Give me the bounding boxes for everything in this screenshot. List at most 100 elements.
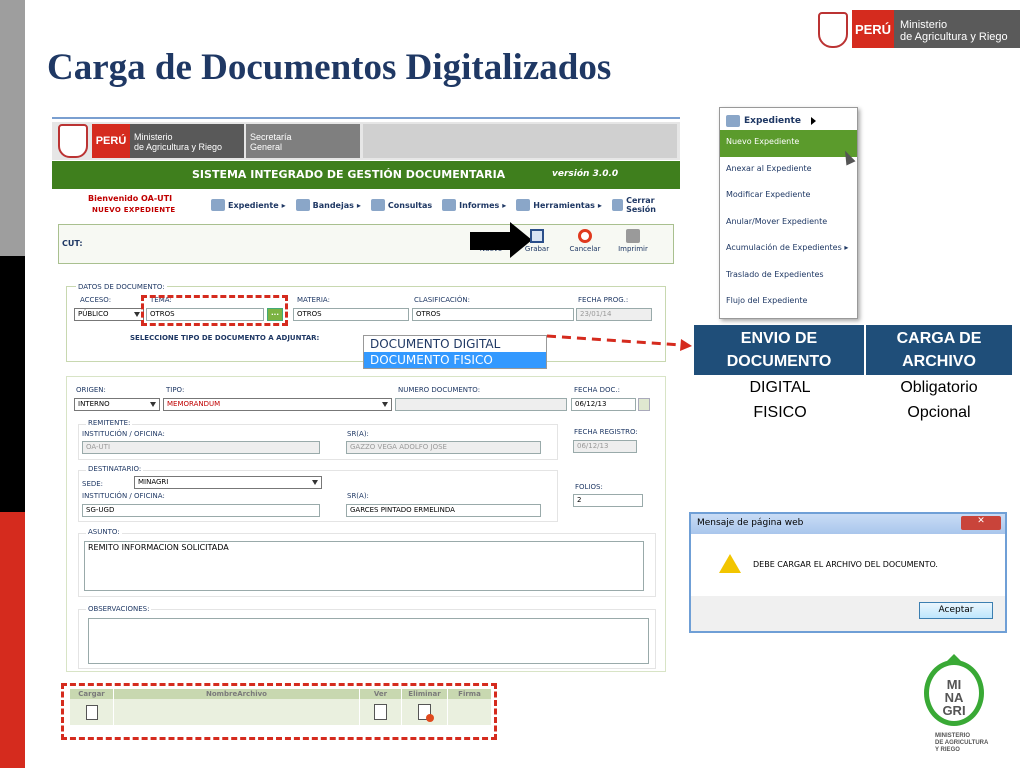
cancel-icon bbox=[578, 229, 592, 243]
welcome-text: Bienvenido OA-UTI bbox=[88, 194, 173, 203]
main-menu: Expediente ▸ Bandejas ▸ Consultas Informes… bbox=[208, 195, 678, 215]
acceso-label: ACCESO: bbox=[80, 296, 112, 304]
table-row: DIGITAL Obligatorio bbox=[694, 375, 1012, 400]
grabar-button[interactable]: Grabar bbox=[512, 229, 562, 259]
dest-sra-label: SR(A): bbox=[347, 492, 369, 500]
app-header-filler bbox=[363, 124, 677, 158]
menu-informes[interactable]: Informes ▸ bbox=[439, 199, 509, 211]
alert-dialog: Mensaje de página web ✕ DEBE CARGAR EL AR… bbox=[689, 512, 1007, 633]
fecha-registro-input: 06/12/13 bbox=[573, 440, 637, 453]
envio-carga-table: ENVIO DE DOCUMENTO CARGA DE ARCHIVO DIGI… bbox=[694, 325, 1012, 425]
cancelar-button[interactable]: Cancelar bbox=[560, 229, 610, 259]
dialog-caption: Mensaje de página web ✕ bbox=[691, 514, 1005, 534]
expediente-dropdown: Expediente Nuevo Expediente Anexar al Ex… bbox=[719, 107, 858, 319]
datos-documento-legend: DATOS DE DOCUMENTO: bbox=[76, 283, 167, 291]
rem-institucion-label: INSTITUCIÓN / OFICINA: bbox=[82, 430, 165, 438]
dialog-body: DEBE CARGAR EL ARCHIVO DEL DOCUMENTO. bbox=[691, 534, 1005, 596]
doc-type-option-digital[interactable]: DOCUMENTO DIGITAL bbox=[364, 336, 546, 352]
logout-icon bbox=[611, 199, 624, 211]
left-bar-red bbox=[0, 512, 25, 768]
aceptar-button[interactable]: Aceptar bbox=[919, 602, 993, 619]
cell-envio-digital: DIGITAL bbox=[749, 379, 811, 396]
observaciones-legend: OBSERVACIONES: bbox=[86, 605, 152, 613]
menu-cerrar-sesion[interactable]: Cerrar Sesión bbox=[609, 196, 678, 214]
materia-input[interactable]: OTROS bbox=[293, 308, 409, 321]
left-bar-black bbox=[0, 256, 25, 512]
folios-input[interactable]: 2 bbox=[573, 494, 643, 507]
calendar-icon[interactable] bbox=[638, 398, 650, 411]
seleccione-label: SELECCIONE TIPO DE DOCUMENTO A ADJUNTAR: bbox=[130, 334, 320, 342]
system-title: SISTEMA INTEGRADO DE GESTIÓN DOCUMENTARI… bbox=[192, 168, 506, 181]
header-carga: CARGA DE ARCHIVO bbox=[866, 325, 1012, 375]
origen-select[interactable]: INTERNO bbox=[74, 398, 160, 411]
app-secretaria-logo: Secretaría General bbox=[246, 124, 360, 158]
tipo-label: TIPO: bbox=[166, 386, 185, 394]
observaciones-textarea[interactable] bbox=[88, 618, 649, 664]
imprimir-button[interactable]: Imprimir bbox=[608, 229, 658, 259]
minagri-logo-subtitle: MINISTERIO DE AGRICULTURA Y RIEGO bbox=[935, 733, 989, 753]
files-highlight bbox=[61, 683, 497, 740]
asunto-legend: ASUNTO: bbox=[86, 528, 122, 536]
menu-item-traslado[interactable]: Traslado de Expedientes bbox=[720, 263, 857, 290]
doc-type-option-fisico[interactable]: DOCUMENTO FISICO bbox=[364, 352, 546, 368]
rem-sra-label: SR(A): bbox=[347, 430, 369, 438]
dropdown-header[interactable]: Expediente bbox=[720, 108, 857, 130]
dest-sra-input[interactable]: GARCES PINTADO ERMELINDA bbox=[346, 504, 541, 517]
sede-select[interactable]: MINAGRI bbox=[134, 476, 322, 489]
tema-highlight bbox=[141, 295, 288, 326]
menu-item-anular-mover[interactable]: Anular/Mover Expediente bbox=[720, 210, 857, 237]
page-subtitle: Nuevo Expediente bbox=[92, 206, 176, 214]
pointer-dashed-arrow bbox=[546, 334, 692, 351]
close-icon[interactable]: ✕ bbox=[961, 516, 1001, 530]
menu-item-anexar[interactable]: Anexar al Expediente bbox=[720, 157, 857, 184]
asunto-textarea[interactable]: REMITO INFORMACION SOLICITADA bbox=[84, 541, 644, 591]
menu-item-nuevo-expediente[interactable]: Nuevo Expediente bbox=[720, 130, 857, 157]
cut-label: CUT: bbox=[62, 239, 83, 248]
tipo-select[interactable]: MEMORANDUM bbox=[163, 398, 392, 411]
rem-institucion-input: OA-UTI bbox=[82, 441, 320, 454]
print-icon bbox=[626, 229, 640, 243]
menu-item-modificar[interactable]: Modificar Expediente bbox=[720, 183, 857, 210]
acceso-select[interactable]: PÚBLICO bbox=[74, 308, 144, 321]
remitente-legend: REMITENTE: bbox=[86, 419, 133, 427]
menu-herramientas[interactable]: Herramientas ▸ bbox=[513, 199, 605, 211]
pointer-arrow-shaft bbox=[470, 232, 512, 250]
slide-title: Carga de Documentos Digitalizados bbox=[47, 47, 612, 88]
doc-type-list[interactable]: DOCUMENTO DIGITAL DOCUMENTO FISICO bbox=[363, 335, 547, 369]
menu-consultas[interactable]: Consultas bbox=[368, 199, 435, 211]
left-bar-gray bbox=[0, 0, 25, 256]
menu-item-acumulacion[interactable]: Acumulación de Expedientes ▸ bbox=[720, 236, 857, 263]
informes-icon bbox=[442, 199, 457, 211]
fecha-doc-label: FECHA DOC.: bbox=[574, 386, 620, 394]
numero-documento-label: NUMERO DOCUMENTO: bbox=[398, 386, 481, 394]
version-label: versión 3.0.0 bbox=[552, 169, 619, 179]
bandejas-icon bbox=[295, 199, 310, 211]
app-ministry-logo: Ministerio de Agricultura y Riego bbox=[130, 124, 244, 158]
clasificacion-label: CLASIFICACIÓN: bbox=[414, 296, 470, 304]
numero-documento-input[interactable] bbox=[395, 398, 567, 411]
folios-label: FOLIOS: bbox=[575, 483, 603, 491]
clasificacion-input[interactable]: OTROS bbox=[412, 308, 574, 321]
cell-carga-obligatorio: Obligatorio bbox=[900, 379, 978, 396]
menu-bandejas[interactable]: Bandejas ▸ bbox=[293, 199, 364, 211]
dest-institucion-input[interactable]: SG-UGD bbox=[82, 504, 320, 517]
app-peru-logo: PERÚ bbox=[92, 124, 130, 158]
menu-item-flujo[interactable]: Flujo del Expediente bbox=[720, 289, 857, 316]
coat-of-arms-icon bbox=[818, 12, 848, 48]
peru-logo: PERÚ bbox=[852, 10, 894, 48]
expediente-icon bbox=[726, 115, 740, 127]
system-title-bar: SISTEMA INTEGRADO DE GESTIÓN DOCUMENTARI… bbox=[52, 161, 680, 189]
fecha-doc-input[interactable]: 06/12/13 bbox=[571, 398, 636, 411]
ministry-logo: Ministerio de Agricultura y Riego bbox=[894, 10, 1020, 48]
dest-institucion-label: INSTITUCIÓN / OFICINA: bbox=[82, 492, 165, 500]
materia-label: MATERIA: bbox=[297, 296, 330, 304]
chevron-right-icon: ▸ bbox=[844, 243, 849, 252]
header-envio: ENVIO DE DOCUMENTO bbox=[694, 325, 864, 375]
save-icon bbox=[530, 229, 544, 243]
menu-expediente[interactable]: Expediente ▸ bbox=[208, 199, 289, 211]
expediente-icon bbox=[211, 199, 225, 211]
fecha-prog-input: 23/01/14 bbox=[576, 308, 652, 321]
herramientas-icon bbox=[516, 199, 531, 211]
origen-label: ORIGEN: bbox=[76, 386, 106, 394]
consultas-icon bbox=[370, 199, 385, 211]
